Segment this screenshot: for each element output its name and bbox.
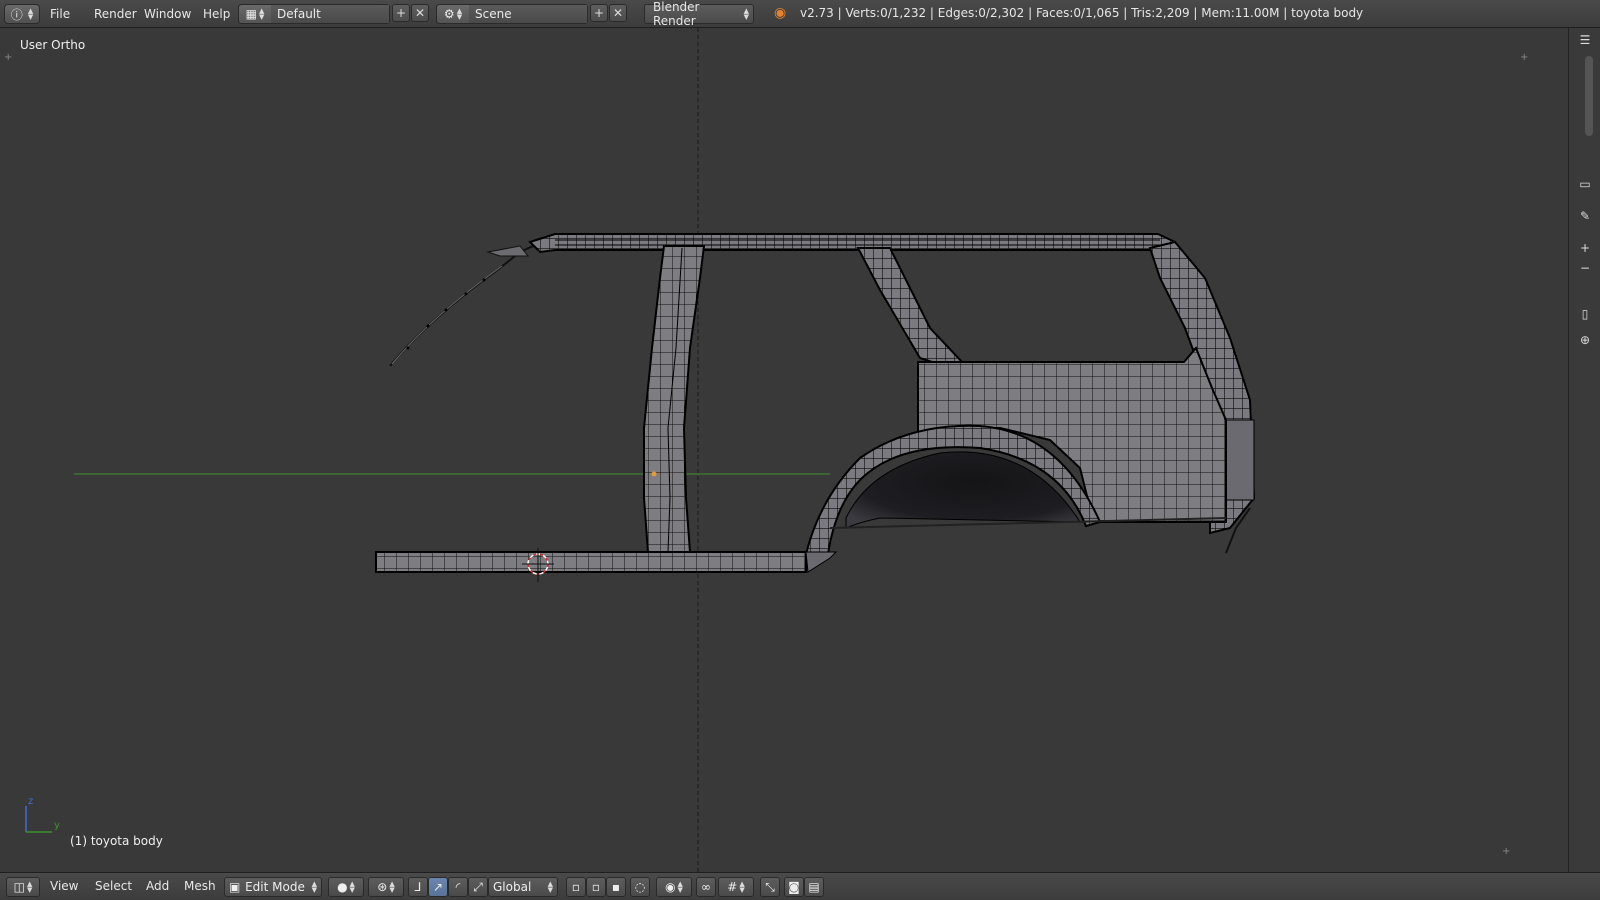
editor-type-button[interactable]: ◫ ▲ ▼ — [6, 877, 40, 897]
axis-z-label: z — [28, 796, 33, 807]
manipulator-toggle[interactable]: ⅃ — [408, 877, 428, 897]
add-panel-icon[interactable]: ⊕ — [1573, 330, 1597, 350]
3d-view-header: ◫ ▲ ▼ View Select Add Mesh ▣ Edit Mode ▲ ▼ … — [0, 872, 1600, 900]
menu-view[interactable]: View — [50, 879, 78, 893]
menu-add[interactable]: Add — [146, 879, 169, 893]
pivot-icon: ⊛ — [377, 880, 388, 894]
area-corner-widget[interactable]: + — [1502, 846, 1510, 857]
translate-manipulator-button[interactable]: ↗ — [428, 877, 448, 897]
menu-select[interactable]: Select — [95, 879, 132, 893]
info-icon: ⓘ — [10, 7, 23, 22]
rocker-panel — [375, 551, 838, 573]
scene-name[interactable]: Scene — [469, 5, 587, 23]
c-pillar — [856, 247, 964, 370]
manipulator-icon: ⅃ — [414, 880, 422, 894]
proportional-editing-button[interactable]: ◉ ▲ ▼ — [656, 877, 692, 897]
mode-label: Edit Mode — [245, 880, 305, 894]
updown-icon: ▲ ▼ — [27, 7, 34, 21]
updown-icon: ▲ ▼ — [743, 7, 749, 21]
menu-file[interactable]: File — [46, 5, 74, 23]
remove-layout-button[interactable]: ✕ — [411, 4, 429, 22]
viewport-shading-button[interactable]: ● ▲ ▼ — [328, 877, 364, 897]
zoom-out-icon[interactable]: − — [1573, 258, 1597, 278]
layout-icon: ▦ ▲ ▼ — [239, 5, 271, 23]
roof-rail — [528, 233, 1177, 254]
updown-icon: ▲ ▼ — [547, 880, 553, 894]
edge-select-icon: ▫ — [591, 880, 601, 894]
3d-view-icon: ◫ — [13, 880, 25, 894]
pin-icon[interactable]: ✎ — [1573, 206, 1597, 226]
uv-sync-button[interactable]: ∞ — [696, 877, 716, 897]
screen-layout-name[interactable]: Default — [271, 5, 389, 23]
windshield-edge — [389, 237, 561, 367]
editor-type-button[interactable]: ⓘ ▲ ▼ — [4, 4, 40, 24]
scene-icon: ⚙ ▲ ▼ — [437, 5, 469, 23]
pivot-point-button[interactable]: ⊛ ▲ ▼ — [368, 877, 404, 897]
edit-mode-icon: ▣ — [229, 880, 241, 894]
translate-icon: ↗ — [432, 880, 444, 894]
plus-icon: + — [395, 6, 407, 20]
info-header: ⓘ ▲ ▼ File Render Window Help ▦ ▲ ▼ Default… — [0, 0, 1600, 28]
close-icon: ✕ — [414, 6, 426, 20]
clapper-icon: ▤ — [808, 880, 820, 894]
plus-icon: + — [593, 6, 605, 20]
properties-icon[interactable]: ▭ — [1573, 174, 1597, 194]
face-select-icon: ▪ — [611, 880, 621, 894]
close-icon: ✕ — [612, 6, 624, 20]
camera-icon: ◙ — [788, 880, 800, 894]
render-engine-selector[interactable]: Blender Render ▲ ▼ — [644, 0, 754, 28]
scale-manipulator-button[interactable]: ⤢ — [468, 877, 488, 897]
menu-mesh[interactable]: Mesh — [184, 879, 216, 893]
transform-orientation-selector[interactable]: Global ▲ ▼ — [488, 877, 558, 897]
limit-selection-icon: ◌ — [634, 880, 646, 894]
menu-window[interactable]: Window — [140, 5, 195, 23]
scene-stats: v2.73 | Verts:0/1,232 | Edges:0/2,302 | … — [800, 6, 1364, 20]
menu-render[interactable]: Render — [90, 5, 141, 23]
updown-icon: ▲ ▼ — [311, 880, 317, 894]
rotate-manipulator-button[interactable]: ◜ — [448, 877, 468, 897]
blender-logo-icon: ◉ — [774, 5, 787, 21]
zoom-in-icon[interactable]: + — [1573, 238, 1597, 258]
vertex-select-icon: ▫ — [571, 880, 581, 894]
menu-help[interactable]: Help — [199, 5, 234, 23]
proportional-icon: ◉ — [665, 880, 676, 894]
edge-select-button[interactable]: ▫ — [586, 877, 606, 897]
render-opengl-button[interactable]: ◙ — [784, 877, 804, 897]
3d-viewport[interactable]: + + + z y User Ortho (1) toyota body — [0, 28, 1568, 872]
render-animation-button[interactable]: ▤ — [804, 877, 824, 897]
axis-gizmo: z y — [25, 796, 60, 833]
vertex-select-button[interactable]: ▫ — [566, 877, 586, 897]
rotate-icon: ◜ — [455, 880, 461, 894]
solid-shading-icon: ● — [337, 880, 348, 894]
outliner-collapsed-region: ☰ ▭ ✎ + − ▯ ⊕ — [1568, 28, 1600, 872]
axis-y-label: y — [54, 820, 60, 831]
view-name-label: User Ortho — [20, 38, 86, 52]
b-pillar — [643, 245, 706, 553]
link-icon: ∞ — [701, 880, 711, 894]
face-select-button[interactable]: ▪ — [606, 877, 626, 897]
viewport-canvas[interactable]: + + + z y — [0, 28, 1568, 872]
render-engine-label: Blender Render — [653, 0, 700, 28]
area-corner-widget[interactable]: + — [4, 52, 12, 63]
panel-icon[interactable]: ▯ — [1573, 304, 1597, 324]
mode-selector[interactable]: ▣ Edit Mode ▲ ▼ — [224, 877, 322, 897]
area-corner-widget[interactable]: + — [1520, 52, 1528, 63]
snap-element-button[interactable]: # ▲ ▼ — [718, 877, 754, 897]
scrollbar[interactable] — [1585, 56, 1593, 136]
magnet-icon: ⤡ — [765, 879, 775, 894]
outliner-icon[interactable]: ☰ — [1573, 30, 1597, 50]
scene-selector[interactable]: ⚙ ▲ ▼ Scene — [436, 4, 588, 24]
selected-vertex[interactable] — [651, 471, 657, 477]
add-scene-button[interactable]: + — [590, 4, 608, 22]
limit-selection-button[interactable]: ◌ — [630, 877, 650, 897]
object-name-label: (1) toyota body — [70, 834, 163, 848]
screen-layout-selector[interactable]: ▦ ▲ ▼ Default — [238, 4, 390, 24]
orientation-label: Global — [493, 880, 532, 894]
remove-scene-button[interactable]: ✕ — [609, 4, 627, 22]
snap-toggle-button[interactable]: ⤡ — [760, 877, 780, 897]
scale-icon: ⤢ — [473, 879, 483, 894]
snap-icon: # — [727, 880, 738, 894]
add-layout-button[interactable]: + — [392, 4, 410, 22]
